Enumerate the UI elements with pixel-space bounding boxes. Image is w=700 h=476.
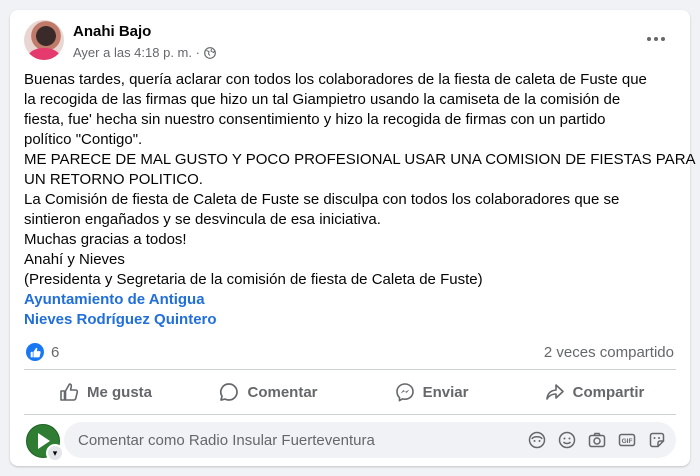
share-button[interactable]: Compartir: [513, 374, 676, 410]
messenger-icon: [395, 383, 414, 402]
comment-button[interactable]: Comentar: [187, 374, 350, 410]
author-name[interactable]: Anahi Bajo: [73, 23, 151, 40]
post-meta: Ayer a las 4:18 p. m. ·: [73, 45, 216, 60]
thumbs-up-icon: [60, 383, 79, 401]
post-text-line: Buenas tardes, quería aclarar con todos …: [24, 71, 647, 88]
divider: [24, 369, 676, 370]
post-text-line: político "Contigo".: [24, 131, 143, 148]
send-label: Enviar: [422, 383, 469, 401]
post-text: Buenas tardes, quería aclarar con todos …: [24, 70, 696, 330]
sticker-icon[interactable]: [648, 431, 666, 449]
like-reaction-icon[interactable]: [26, 343, 44, 361]
svg-text:GIF: GIF: [622, 438, 633, 445]
share-label: Compartir: [572, 383, 645, 401]
post-timestamp[interactable]: Ayer a las 4:18 p. m. ·: [73, 45, 200, 60]
comment-label: Comentar: [247, 383, 318, 401]
post-text-line: Muchas gracias a todos!: [24, 231, 187, 248]
tag-link-ayuntamiento[interactable]: Ayuntamiento de Antigua: [24, 290, 674, 310]
post-text-line: La Comisión de fiesta de Caleta de Fuste…: [24, 191, 620, 208]
globe-icon: [204, 46, 216, 59]
comment-tools: GIF: [528, 431, 666, 449]
send-button[interactable]: Enviar: [350, 374, 513, 410]
more-options-icon[interactable]: [644, 29, 668, 49]
author-avatar[interactable]: [24, 20, 64, 60]
like-button[interactable]: Me gusta: [24, 374, 187, 410]
gif-icon[interactable]: GIF: [618, 431, 636, 449]
post-text-line: la recogida de las firmas que hizo un ta…: [24, 91, 621, 108]
emoji-icon[interactable]: [558, 431, 576, 449]
post-text-line: fiesta, fue' hecha sin nuestro consentim…: [24, 111, 606, 128]
tag-link-nieves[interactable]: Nieves Rodríguez Quintero: [24, 310, 674, 330]
avatar-sticker-icon[interactable]: [528, 431, 546, 449]
like-count[interactable]: 6: [51, 344, 59, 361]
divider: [24, 414, 676, 415]
post-card: Anahi Bajo Ayer a las 4:18 p. m. · Buena…: [10, 10, 696, 466]
action-bar: Me gusta Comentar Enviar Compartir: [24, 374, 676, 410]
post-text-line: (Presidenta y Segretaria de la comisión …: [24, 271, 483, 288]
comment-composer: ▾ GIF: [24, 420, 676, 462]
post-text-line: sintieron engañados y se desvincula de e…: [24, 211, 381, 228]
chevron-down-icon[interactable]: ▾: [46, 444, 64, 462]
post-stats: 6 2 veces compartido: [26, 343, 674, 363]
post-text-line: Anahí y Nieves: [24, 251, 125, 268]
like-label: Me gusta: [86, 383, 152, 401]
post-text-line: UN RETORNO POLITICO.: [24, 171, 203, 188]
comment-bubble-icon: [220, 383, 239, 401]
camera-icon[interactable]: [588, 431, 606, 449]
share-count[interactable]: 2 veces compartido: [544, 344, 674, 361]
share-arrow-icon: [545, 384, 564, 400]
post-text-line: ME PARECE DE MAL GUSTO Y POCO PROFESIONA…: [24, 151, 696, 168]
comment-input[interactable]: [76, 430, 520, 450]
comment-box: GIF: [64, 422, 676, 458]
